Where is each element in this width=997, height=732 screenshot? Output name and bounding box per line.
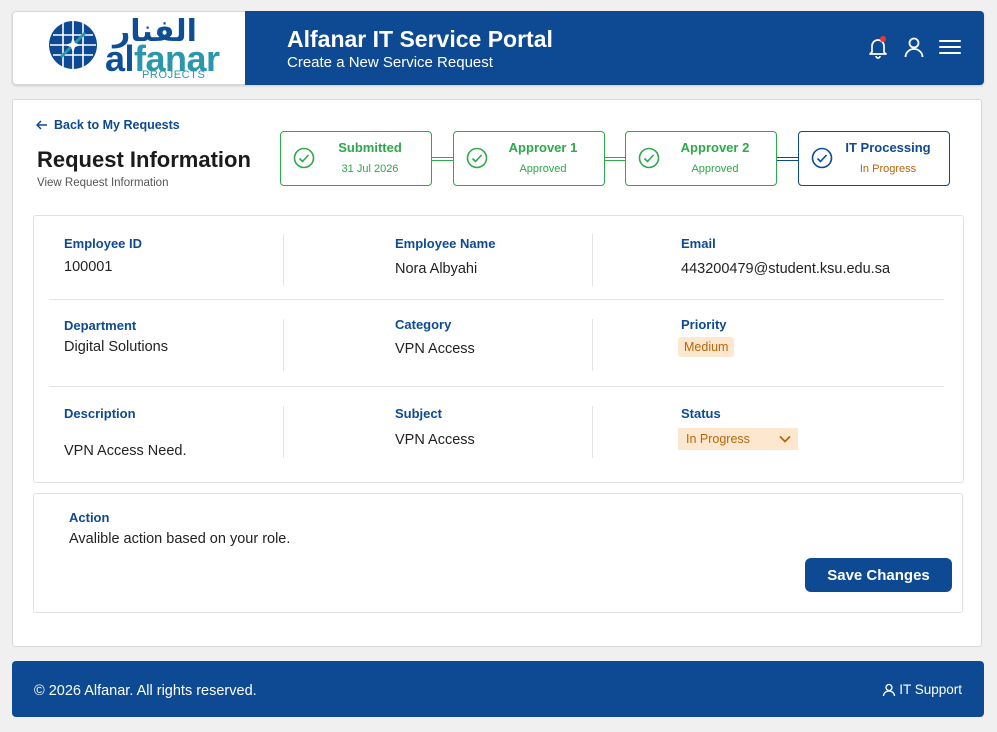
step-sublabel: 31 Jul 2026	[341, 163, 399, 175]
status-dropdown[interactable]: In Progress	[678, 428, 798, 450]
menu-button[interactable]	[938, 35, 962, 59]
logo-globe-icon	[49, 21, 97, 69]
notifications-button[interactable]	[866, 35, 890, 59]
email-value: 443200479@student.ksu.edu.sa	[681, 261, 891, 277]
app-footer: © 2026 Alfanar. All rights reserved. IT …	[12, 661, 984, 717]
employee-name-label: Employee Name	[395, 236, 496, 251]
profile-button[interactable]	[902, 35, 926, 59]
menu-icon	[939, 40, 961, 54]
category-value: VPN Access	[395, 341, 475, 357]
portal-title: Alfanar IT Service Portal	[287, 26, 553, 52]
description-value: VPN Access Need.	[64, 443, 187, 459]
department-label: Department	[64, 318, 137, 333]
column-divider	[283, 406, 284, 458]
brand-logo[interactable]: الفنار alfanar PROJECTS	[12, 11, 245, 85]
subject-label: Subject	[395, 406, 442, 421]
it-support-label: IT Support	[899, 682, 962, 697]
employee-id-value: 100001	[64, 259, 113, 275]
bell-icon	[869, 39, 887, 59]
arrow-left-icon	[36, 120, 47, 130]
portal-subtitle: Create a New Service Request	[287, 54, 493, 71]
priority-label: Priority	[681, 317, 727, 332]
employee-name-value: Nora Albyahi	[395, 261, 478, 277]
step-approver-1: Approver 1 Approved	[453, 131, 605, 186]
user-icon	[904, 37, 924, 58]
step-approver-2: Approver 2 Approved	[625, 131, 777, 186]
status-label: Status	[681, 406, 721, 421]
column-divider	[283, 319, 284, 371]
support-user-icon	[883, 683, 896, 696]
step-connector	[605, 157, 627, 161]
step-label: IT Processing	[845, 140, 931, 155]
step-label: Approver 2	[680, 140, 750, 155]
save-changes-button[interactable]: Save Changes	[805, 558, 952, 592]
column-divider	[283, 234, 284, 286]
header-bar: Alfanar IT Service Portal Create a New S…	[245, 11, 984, 85]
logo-subtext: PROJECTS	[142, 69, 206, 81]
category-label: Category	[395, 317, 452, 332]
step-it-processing: IT Processing In Progress	[798, 131, 950, 186]
email-label: Email	[681, 236, 716, 251]
copyright-text: © 2026 Alfanar. All rights reserved.	[34, 683, 257, 699]
row-divider	[49, 299, 944, 300]
subject-value: VPN Access	[395, 432, 475, 448]
request-card: Back to My Requests Request Information …	[12, 99, 982, 647]
employee-id-label: Employee ID	[64, 236, 143, 251]
notification-dot	[880, 36, 886, 42]
step-label: Approver 1	[508, 140, 578, 155]
back-link-label: Back to My Requests	[54, 118, 180, 132]
step-sublabel: Approved	[519, 163, 567, 175]
step-connector	[432, 157, 454, 161]
action-title: Action	[69, 510, 110, 525]
step-connector	[777, 157, 799, 161]
page-subtitle: View Request Information	[37, 177, 169, 189]
action-section: Action Avalible action based on your rol…	[33, 493, 963, 613]
department-value: Digital Solutions	[64, 339, 168, 355]
row-divider	[49, 386, 944, 387]
priority-badge: Medium	[678, 337, 735, 357]
column-divider	[592, 234, 593, 286]
column-divider	[592, 319, 593, 371]
step-submitted: Submitted 31 Jul 2026	[280, 131, 432, 186]
back-to-requests-link[interactable]: Back to My Requests	[36, 118, 180, 132]
request-details: Employee ID 100001 Employee Name Nora Al…	[33, 215, 964, 483]
step-sublabel: In Progress	[859, 163, 917, 175]
step-sublabel: Approved	[691, 163, 739, 175]
status-selected-value: In Progress	[686, 432, 750, 446]
description-label: Description	[64, 406, 136, 421]
step-label: Submitted	[338, 140, 402, 155]
it-support-link[interactable]: IT Support	[882, 682, 962, 697]
page-title: Request Information	[37, 147, 251, 172]
action-description: Avalible action based on your role.	[69, 531, 291, 547]
chevron-down-icon	[779, 435, 791, 443]
logo-wordmark-part1: al	[105, 38, 135, 79]
app-header: الفنار alfanar PROJECTS Alfanar IT Servi…	[12, 11, 984, 85]
column-divider	[592, 406, 593, 458]
header-actions	[866, 35, 962, 59]
